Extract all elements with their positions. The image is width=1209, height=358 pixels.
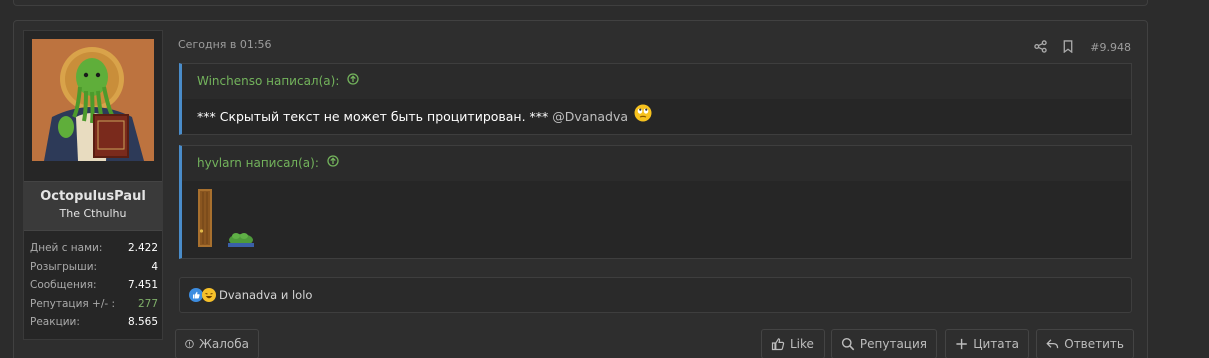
right-gutter — [1164, 0, 1209, 358]
reactions-text[interactable]: Dvanadva и lolo — [219, 288, 312, 302]
user-stats: Дней с нами: 2.422 Розыгрыши: 4 Сообщени… — [30, 239, 158, 332]
quote-label: Цитата — [973, 337, 1019, 351]
user-name-block: OctopulusPaul The Cthulhu — [24, 181, 162, 231]
stat-row-days: Дней с нами: 2.422 — [30, 239, 158, 258]
report-icon — [185, 339, 194, 349]
quote-author[interactable]: hyvlarn написал(а): — [197, 156, 319, 170]
like-reaction-icon — [189, 288, 203, 302]
quote-body: *** Скрытый текст не может быть процитир… — [182, 99, 1131, 136]
forum-post: OctopulusPaul The Cthulhu Дней с нами: 2… — [13, 20, 1148, 358]
stat-value: 7.451 — [127, 279, 158, 291]
stat-row-reactions: Реакции: 8.565 — [30, 313, 158, 332]
reply-icon — [1046, 339, 1059, 349]
stat-label: Дней с нами: — [30, 242, 103, 254]
quote-body — [182, 181, 1131, 250]
user-sidebar: OctopulusPaul The Cthulhu Дней с нами: 2… — [23, 30, 163, 340]
share-icon[interactable] — [1034, 40, 1048, 54]
stat-label: Репутация +/- : — [30, 297, 116, 310]
quote-block: hyvlarn написал(а): — [179, 145, 1132, 259]
quote-block: Winchenso написал(а): *** Скрытый текст … — [179, 63, 1132, 135]
post-number[interactable]: #9.948 — [1090, 41, 1131, 54]
username[interactable]: OctopulusPaul — [24, 189, 162, 204]
reputation-label: Репутация — [859, 337, 927, 351]
stat-row-giveaways: Розыгрыши: 4 — [30, 258, 158, 277]
door-sticker-image — [197, 189, 213, 250]
stat-value: 4 — [151, 260, 158, 273]
plus-icon — [956, 338, 967, 350]
reputation-button[interactable]: Репутация — [831, 329, 937, 358]
previous-post-edge — [13, 0, 1148, 6]
user-title: The Cthulhu — [59, 207, 127, 220]
like-button[interactable]: Like — [761, 329, 825, 358]
stat-value: 277 — [137, 297, 158, 310]
report-label: Жалоба — [198, 337, 249, 351]
user-mention[interactable]: @Dvanadva — [552, 109, 628, 124]
like-label: Like — [790, 337, 814, 351]
bookmark-icon[interactable] — [1062, 40, 1076, 54]
thumbs-up-icon — [771, 338, 785, 351]
report-button[interactable]: Жалоба — [175, 329, 259, 358]
avatar[interactable] — [32, 39, 154, 161]
quote-header: hyvlarn написал(а): — [182, 146, 1131, 181]
reply-label: Ответить — [1064, 337, 1124, 351]
stat-label: Реакции: — [30, 316, 80, 328]
post-actions: #9.948 — [1034, 40, 1131, 54]
reactions-bar[interactable]: Dvanadva и lolo — [179, 277, 1132, 313]
quote-button[interactable]: Цитата — [945, 329, 1029, 358]
post-date[interactable]: Сегодня в 01:56 — [178, 38, 272, 51]
pepe-sticker-image — [227, 229, 255, 250]
rolling-eyes-emoji-icon — [634, 100, 652, 136]
stat-value: 8.565 — [127, 316, 158, 328]
stat-label: Сообщения: — [30, 279, 97, 291]
search-icon — [841, 337, 855, 351]
arrow-up-circle-icon[interactable] — [347, 64, 359, 98]
reply-button[interactable]: Ответить — [1036, 329, 1134, 358]
laugh-reaction-icon — [202, 288, 216, 302]
stat-label: Розыгрыши: — [30, 260, 98, 273]
quote-author[interactable]: Winchenso написал(а): — [197, 74, 339, 88]
quote-header: Winchenso написал(а): — [182, 64, 1131, 99]
stat-row-messages: Сообщения: 7.451 — [30, 276, 158, 295]
arrow-up-circle-icon[interactable] — [327, 146, 339, 180]
stat-value: 2.422 — [127, 242, 158, 254]
stat-row-reputation: Репутация +/- : 277 — [30, 295, 158, 314]
quote-text: *** Скрытый текст не может быть процитир… — [197, 109, 549, 124]
